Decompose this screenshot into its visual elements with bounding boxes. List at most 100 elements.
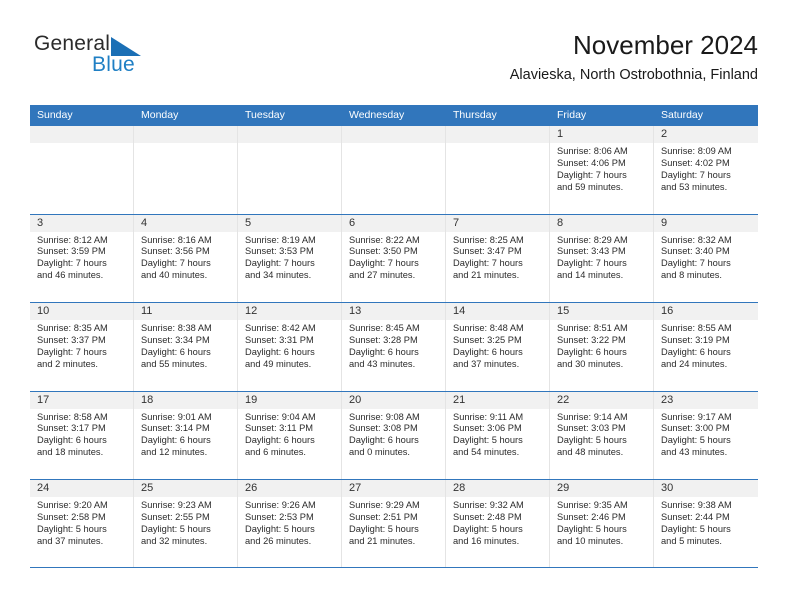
calendar-day-cell[interactable]: 14 Sunrise: 8:48 AM Sunset: 3:25 PM Dayligh…	[446, 303, 550, 391]
day-details: Sunrise: 9:29 AM Sunset: 2:51 PM Daylight:…	[342, 497, 445, 548]
calendar-weeks: 1 Sunrise: 8:06 AM Sunset: 4:06 PM Daylight…	[30, 125, 758, 568]
day-number-band	[654, 126, 758, 143]
day-detail-line: Daylight: 7 hours	[141, 258, 211, 269]
calendar-day-cell[interactable]: 28 Sunrise: 9:32 AM Sunset: 2:48 PM Dayligh…	[446, 480, 550, 567]
day-number: 10	[37, 305, 50, 317]
day-details: Sunrise: 8:32 AM Sunset: 3:40 PM Daylight:…	[654, 232, 758, 283]
day-detail-line: Daylight: 5 hours	[37, 523, 107, 534]
day-number: 1	[557, 128, 564, 140]
calendar-day-cell[interactable]: 19 Sunrise: 9:04 AM Sunset: 3:11 PM Dayligh…	[238, 391, 342, 479]
day-number: 13	[349, 305, 362, 317]
day-detail-line: Sunrise: 8:09 AM	[661, 146, 732, 156]
calendar-day-cell[interactable]: 4 Sunrise: 8:16 AM Sunset: 3:56 PM Daylight…	[134, 214, 238, 302]
calendar-day-cell[interactable]: 29 Sunrise: 9:35 AM Sunset: 2:46 PM Dayligh…	[550, 480, 654, 567]
day-detail-line: and 43 minutes.	[661, 447, 728, 458]
day-detail-line: Sunset: 4:06 PM	[557, 157, 626, 168]
calendar-day-cell[interactable]: 20 Sunrise: 9:08 AM Sunset: 3:08 PM Dayligh…	[342, 391, 446, 479]
day-details: Sunrise: 8:48 AM Sunset: 3:25 PM Daylight:…	[446, 320, 549, 371]
day-number-band	[238, 214, 341, 232]
day-detail-line: Daylight: 6 hours	[661, 346, 731, 357]
weekday-header-tuesday: Tuesday	[245, 109, 285, 121]
day-details: Sunrise: 8:35 AM Sunset: 3:37 PM Daylight:…	[30, 320, 133, 371]
calendar-day-cell[interactable]: 8 Sunrise: 8:29 AM Sunset: 3:43 PM Daylight…	[550, 214, 654, 302]
day-detail-line: Sunset: 3:00 PM	[661, 423, 730, 434]
day-detail-line: Sunrise: 8:22 AM	[349, 234, 420, 245]
calendar-day-cell[interactable]: 10 Sunrise: 8:35 AM Sunset: 3:37 PM Dayligh…	[30, 303, 134, 391]
day-detail-line: and 30 minutes.	[557, 358, 624, 369]
day-detail-line: Sunset: 3:19 PM	[661, 334, 730, 345]
calendar-day-cell[interactable]: 23 Sunrise: 9:17 AM Sunset: 3:00 PM Dayligh…	[654, 391, 758, 479]
brand-logo[interactable]: General Blue	[34, 32, 234, 88]
calendar-day-cell[interactable]: 24 Sunrise: 9:20 AM Sunset: 2:58 PM Dayligh…	[30, 480, 134, 567]
day-detail-line: Sunset: 2:55 PM	[141, 511, 210, 522]
day-detail-line: Sunrise: 9:26 AM	[245, 500, 316, 510]
day-detail-line: and 40 minutes.	[141, 270, 208, 281]
day-details: Sunrise: 9:08 AM Sunset: 3:08 PM Daylight:…	[342, 409, 445, 460]
calendar-day-cell[interactable]: 21 Sunrise: 9:11 AM Sunset: 3:06 PM Dayligh…	[446, 391, 550, 479]
day-details: Sunrise: 9:14 AM Sunset: 3:03 PM Daylight:…	[550, 409, 653, 460]
day-number: 6	[349, 216, 356, 229]
day-number: 7	[453, 216, 460, 229]
day-detail-line: Sunrise: 9:23 AM	[141, 500, 212, 510]
calendar-day-cell[interactable]: 30 Sunrise: 9:38 AM Sunset: 2:44 PM Dayligh…	[654, 480, 758, 567]
day-detail-line: Daylight: 6 hours	[141, 435, 211, 446]
day-detail-line: Daylight: 6 hours	[349, 346, 419, 357]
weekday-header-friday: Friday	[557, 109, 587, 121]
day-detail-line: and 32 minutes.	[141, 535, 208, 546]
calendar-day-cell[interactable]: 17 Sunrise: 8:58 AM Sunset: 3:17 PM Dayligh…	[30, 391, 134, 479]
calendar-day-cell[interactable]: 22 Sunrise: 9:14 AM Sunset: 3:03 PM Dayligh…	[550, 391, 654, 479]
day-detail-line: and 12 minutes.	[141, 447, 208, 458]
day-detail-line: and 5 minutes.	[661, 535, 722, 546]
day-detail-line: and 46 minutes.	[37, 270, 104, 281]
day-detail-line: Sunrise: 9:17 AM	[661, 411, 732, 422]
day-detail-line: Sunset: 3:11 PM	[245, 423, 314, 434]
page-title: November 2024	[573, 30, 758, 60]
day-number: 14	[453, 305, 466, 317]
day-detail-line: Sunset: 3:40 PM	[661, 246, 730, 257]
day-detail-line: Sunset: 3:25 PM	[453, 334, 522, 345]
day-number-band	[30, 214, 133, 232]
page-header: General Blue November 2024 Alavieska, No…	[30, 28, 758, 94]
calendar-day-cell[interactable]: 27 Sunrise: 9:29 AM Sunset: 2:51 PM Dayligh…	[342, 480, 446, 567]
calendar-day-cell[interactable]: 3 Sunrise: 8:12 AM Sunset: 3:59 PM Daylight…	[30, 214, 134, 302]
calendar-day-cell[interactable]: 16 Sunrise: 8:55 AM Sunset: 3:19 PM Dayligh…	[654, 303, 758, 391]
day-detail-line: Daylight: 7 hours	[557, 258, 627, 269]
day-detail-line: Sunset: 3:28 PM	[349, 334, 418, 345]
day-number: 11	[141, 305, 153, 317]
day-detail-line: Daylight: 5 hours	[557, 435, 627, 446]
calendar-day-cell[interactable]: 15 Sunrise: 8:51 AM Sunset: 3:22 PM Dayligh…	[550, 303, 654, 391]
day-number: 28	[453, 482, 466, 494]
day-number-band	[446, 214, 549, 232]
day-details: Sunrise: 9:04 AM Sunset: 3:11 PM Daylight:…	[238, 409, 341, 460]
day-details: Sunrise: 9:32 AM Sunset: 2:48 PM Daylight:…	[446, 497, 549, 548]
calendar-day-cell[interactable]: 25 Sunrise: 9:23 AM Sunset: 2:55 PM Dayligh…	[134, 480, 238, 567]
day-number-band	[446, 126, 549, 143]
calendar-day-cell[interactable]: 26 Sunrise: 9:26 AM Sunset: 2:53 PM Dayligh…	[238, 480, 342, 567]
day-number: 16	[661, 305, 674, 317]
day-number: 21	[453, 393, 466, 406]
day-details: Sunrise: 8:06 AM Sunset: 4:06 PM Daylight:…	[550, 143, 653, 194]
calendar-day-cell[interactable]: 2 Sunrise: 8:09 AM Sunset: 4:02 PM Daylight…	[654, 126, 758, 214]
day-detail-line: Sunrise: 8:58 AM	[37, 411, 108, 422]
day-details: Sunrise: 8:16 AM Sunset: 3:56 PM Daylight:…	[134, 232, 237, 283]
calendar-day-cell[interactable]: 7 Sunrise: 8:25 AM Sunset: 3:47 PM Daylight…	[446, 214, 550, 302]
day-detail-line: Sunset: 2:58 PM	[37, 511, 106, 522]
day-number: 25	[141, 482, 154, 494]
location-subtitle: Alavieska, North Ostrobothnia, Finland	[509, 67, 758, 83]
day-detail-line: Sunrise: 9:08 AM	[349, 411, 420, 422]
day-detail-line: and 53 minutes.	[661, 181, 728, 192]
calendar-day-cell[interactable]: 5 Sunrise: 8:19 AM Sunset: 3:53 PM Daylight…	[238, 214, 342, 302]
day-detail-line: Sunset: 2:44 PM	[661, 511, 730, 522]
day-detail-line: Sunrise: 9:04 AM	[245, 411, 316, 422]
calendar-day-cell[interactable]: 11 Sunrise: 8:38 AM Sunset: 3:34 PM Dayligh…	[134, 303, 238, 391]
calendar-day-cell[interactable]: 13 Sunrise: 8:45 AM Sunset: 3:28 PM Dayligh…	[342, 303, 446, 391]
day-number-band	[342, 214, 445, 232]
day-detail-line: and 54 minutes.	[453, 447, 520, 458]
calendar-day-cell[interactable]: 6 Sunrise: 8:22 AM Sunset: 3:50 PM Daylight…	[342, 214, 446, 302]
calendar-day-cell[interactable]: 1 Sunrise: 8:06 AM Sunset: 4:06 PM Daylight…	[550, 126, 654, 214]
day-details: Sunrise: 8:38 AM Sunset: 3:34 PM Daylight:…	[134, 320, 237, 371]
calendar-day-cell[interactable]: 12 Sunrise: 8:42 AM Sunset: 3:31 PM Dayligh…	[238, 303, 342, 391]
calendar-day-cell[interactable]: 18 Sunrise: 9:01 AM Sunset: 3:14 PM Dayligh…	[134, 391, 238, 479]
calendar-day-cell[interactable]: 9 Sunrise: 8:32 AM Sunset: 3:40 PM Daylight…	[654, 214, 758, 302]
calendar-page: General Blue November 2024 Alavieska, No…	[0, 0, 792, 612]
